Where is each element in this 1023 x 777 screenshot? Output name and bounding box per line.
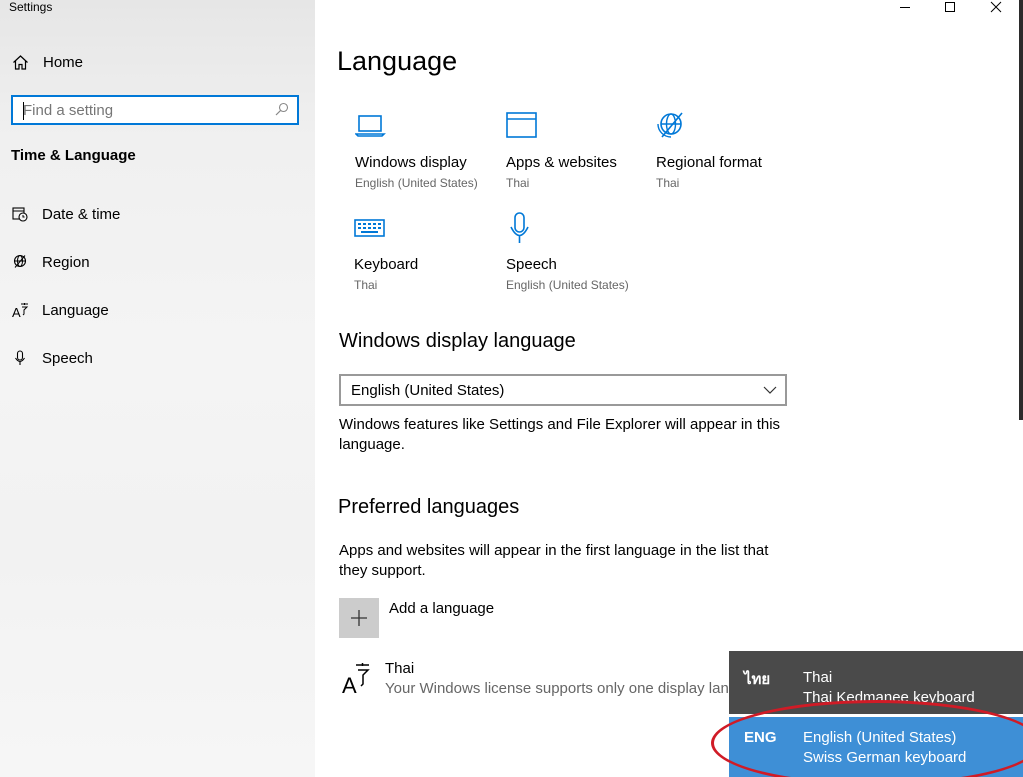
- flyout-item-english[interactable]: ENG English (United States) Swiss German…: [729, 717, 1023, 777]
- close-button[interactable]: [973, 0, 1019, 14]
- page-title: Language: [337, 46, 458, 76]
- display-language-heading: Windows display language: [339, 330, 576, 352]
- search-icon[interactable]: [275, 102, 291, 118]
- input-language-flyout: ไทย Thai Thai Kedmanee keyboard ENG Engl…: [729, 651, 1023, 777]
- tile-label: Apps & websites: [506, 154, 617, 171]
- search-field[interactable]: [11, 95, 299, 125]
- tile-label: Keyboard: [354, 256, 419, 273]
- sidebar-item-label: Home: [43, 53, 84, 71]
- sidebar-item-region[interactable]: Region: [0, 244, 315, 280]
- plus-icon: [339, 598, 379, 638]
- dropdown-value: English (United States): [351, 381, 505, 399]
- section-heading: Time & Language: [11, 147, 136, 164]
- language-icon: A: [11, 301, 29, 319]
- display-language-description: Windows features like Settings and File …: [339, 416, 781, 453]
- preferred-languages-description: Apps and websites will appear in the fir…: [339, 542, 769, 579]
- text-caret: [23, 102, 24, 120]
- tile-label: Regional format: [656, 154, 762, 171]
- close-icon: [990, 1, 1002, 13]
- language-code: ENG: [744, 729, 777, 746]
- language-item-thai[interactable]: A Thai Your Windows license supports onl…: [341, 658, 775, 702]
- tile-keyboard[interactable]: Keyboard Thai: [354, 212, 504, 302]
- language-code: ไทย: [744, 671, 771, 688]
- sidebar-item-label: Date & time: [42, 205, 121, 223]
- keyboard-layout: Thai Kedmanee keyboard: [803, 689, 975, 706]
- chevron-down-icon: [763, 383, 777, 397]
- sidebar-item-language[interactable]: A Language: [0, 292, 315, 328]
- flyout-item-thai[interactable]: ไทย Thai Thai Kedmanee keyboard: [729, 651, 1023, 714]
- tile-value: English (United States): [506, 278, 629, 292]
- sidebar: Settings Home Time & Language Date & tim…: [0, 0, 315, 777]
- home-icon: [11, 53, 29, 71]
- microphone-icon: [11, 349, 29, 367]
- calendar-clock-icon: [11, 205, 29, 223]
- search-input[interactable]: [13, 97, 263, 123]
- maximize-button[interactable]: [927, 0, 973, 14]
- tile-value: Thai: [656, 176, 680, 190]
- sidebar-item-speech[interactable]: Speech: [0, 340, 315, 376]
- globe-icon: [656, 110, 688, 142]
- keyboard-layout: Swiss German keyboard: [803, 749, 967, 766]
- microphone-icon: [506, 212, 538, 244]
- display-language-dropdown[interactable]: English (United States): [339, 374, 787, 406]
- laptop-icon: [354, 110, 387, 142]
- tile-value: English (United States): [355, 176, 478, 190]
- minimize-button[interactable]: [882, 0, 928, 14]
- add-language-label: Add a language: [389, 600, 495, 617]
- window-edge: [1019, 0, 1023, 420]
- svg-text:A: A: [342, 673, 357, 694]
- maximize-icon: [945, 2, 955, 12]
- tile-windows-display[interactable]: Windows display English (United States): [354, 110, 505, 200]
- globe-icon: [11, 253, 29, 271]
- tile-speech[interactable]: Speech English (United States): [506, 212, 656, 302]
- tile-value: Thai: [354, 278, 378, 292]
- tile-label: Speech: [506, 256, 557, 273]
- tile-regional-format[interactable]: Regional format Thai: [656, 110, 806, 200]
- tile-value: Thai: [506, 176, 530, 190]
- sidebar-item-date-time[interactable]: Date & time: [0, 196, 315, 232]
- minimize-icon: [900, 7, 910, 8]
- sidebar-item-label: Speech: [42, 349, 93, 367]
- sidebar-item-label: Region: [42, 253, 90, 271]
- app-title: Settings: [9, 0, 53, 14]
- tile-apps-websites[interactable]: Apps & websites Thai: [506, 110, 656, 200]
- language-icon: A: [341, 662, 373, 698]
- language-name: Thai: [803, 669, 833, 686]
- tile-label: Windows display: [355, 154, 467, 171]
- browser-window-icon: [506, 110, 538, 142]
- add-language-button[interactable]: Add a language: [339, 598, 539, 638]
- sidebar-item-home[interactable]: Home: [0, 44, 315, 80]
- language-name: Thai: [385, 660, 415, 677]
- language-name: English (United States): [803, 729, 957, 746]
- language-note: Your Windows license supports only one d…: [385, 680, 775, 697]
- preferred-languages-heading: Preferred languages: [338, 496, 520, 518]
- sidebar-item-label: Language: [42, 301, 109, 319]
- svg-text:A: A: [12, 305, 21, 319]
- keyboard-icon: [354, 212, 386, 244]
